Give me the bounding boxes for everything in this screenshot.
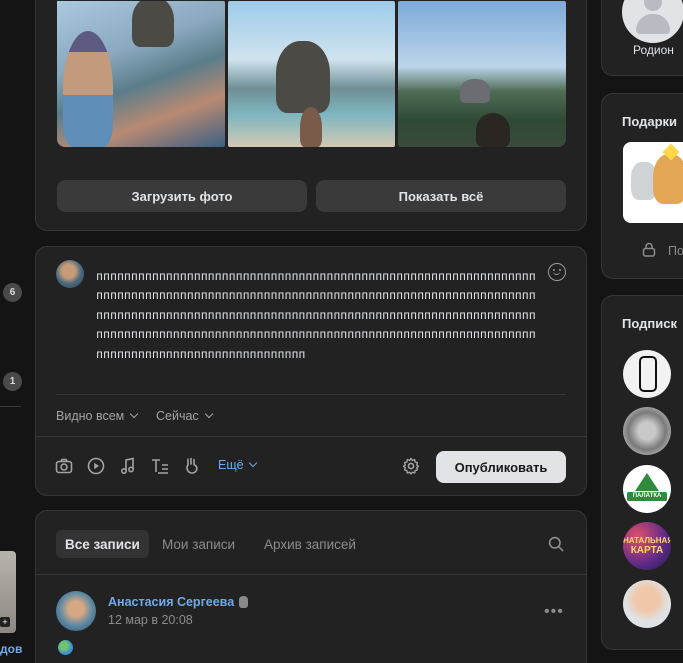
upload-photo-button[interactable]: Загрузить фото (57, 180, 307, 212)
counter-badge: 1 (3, 372, 22, 391)
subscriptions-card: Подписк ПАЛАТКА НАТАЛЬНАЯ КАРТА (601, 295, 683, 650)
subscription-avatar[interactable]: НАТАЛЬНАЯ КАРТА (623, 522, 671, 570)
microphone-icon (239, 596, 249, 608)
chevron-down-icon (130, 409, 139, 419)
lock-icon (642, 242, 656, 257)
community-logo-text: НАТАЛЬНАЯ (623, 536, 671, 545)
page: 6 1 + дов Загрузить фото Показать всё пп… (0, 0, 683, 663)
subscriptions-title[interactable]: Подписк (622, 316, 677, 331)
profile-name[interactable]: Родион (633, 43, 674, 57)
more-options-icon[interactable]: ••• (544, 603, 564, 621)
subscription-avatar[interactable]: ПАЛАТКА (623, 465, 671, 513)
gifts-card: Подарки По (601, 93, 683, 279)
clip-icon[interactable] (182, 456, 202, 476)
subscription-avatar[interactable] (623, 580, 671, 628)
search-icon[interactable] (548, 536, 564, 552)
wall-feed: Все записи Мои записи Архив записей Анас… (35, 510, 587, 663)
avatar[interactable] (56, 591, 96, 631)
video-icon[interactable] (86, 456, 106, 476)
divider (0, 406, 21, 407)
post-composer: пппппппппппппппппппппппппппппппппппппппп… (35, 246, 587, 496)
avatar[interactable] (56, 260, 84, 288)
publish-time-dropdown[interactable]: Сейчас (156, 409, 213, 423)
post-date[interactable]: 12 мар в 20:08 (108, 613, 193, 627)
visibility-label: Видно всем (56, 409, 125, 423)
plus-icon: + (0, 617, 10, 627)
show-all-button[interactable]: Показать всё (316, 180, 566, 212)
tab-my-posts[interactable]: Мои записи (153, 530, 244, 558)
photo-thumbnail[interactable] (398, 1, 566, 147)
music-icon[interactable] (118, 456, 138, 476)
community-logo-text: ПАЛАТКА (627, 492, 667, 501)
gifts-title[interactable]: Подарки (622, 114, 677, 129)
counter-badge: 6 (3, 283, 22, 302)
more-attachments-dropdown[interactable]: Ещё (218, 458, 257, 472)
photos-card: Загрузить фото Показать всё (35, 0, 587, 231)
tab-all-posts[interactable]: Все записи (56, 530, 149, 558)
subscription-avatar[interactable] (623, 350, 671, 398)
post-text-input[interactable]: пппппппппппппппппппппппппппппппппппппппп… (96, 267, 542, 364)
divider (56, 394, 566, 395)
visibility-dropdown[interactable]: Видно всем (56, 409, 139, 423)
friends-link[interactable]: дов (0, 642, 22, 656)
publish-button[interactable]: Опубликовать (436, 451, 566, 483)
globe-emoji-icon (58, 640, 73, 655)
gifts-privacy-text: По (668, 244, 683, 258)
divider (36, 436, 586, 437)
publish-time-label: Сейчас (156, 409, 199, 423)
profile-card: Родион (601, 0, 683, 76)
more-label: Ещё (218, 458, 244, 472)
camera-icon[interactable] (54, 456, 74, 476)
emoji-icon[interactable] (548, 263, 566, 281)
photo-thumbnail[interactable] (57, 1, 225, 147)
gear-icon[interactable] (402, 457, 422, 477)
chevron-down-icon (248, 458, 257, 468)
tab-archive[interactable]: Архив записей (255, 530, 365, 558)
chevron-down-icon (204, 409, 213, 419)
avatar[interactable] (622, 0, 683, 43)
post-author-name: Анастасия Сергеева (108, 595, 235, 609)
community-logo-text: КАРТА (630, 545, 664, 556)
gift-image[interactable] (623, 142, 683, 223)
photo-thumbnail[interactable] (228, 1, 395, 147)
article-icon[interactable] (150, 456, 170, 476)
subscription-avatar[interactable] (623, 407, 671, 455)
divider (36, 574, 586, 575)
left-rail: 6 1 + дов (0, 0, 22, 663)
post-author[interactable]: Анастасия Сергеева (108, 595, 249, 609)
